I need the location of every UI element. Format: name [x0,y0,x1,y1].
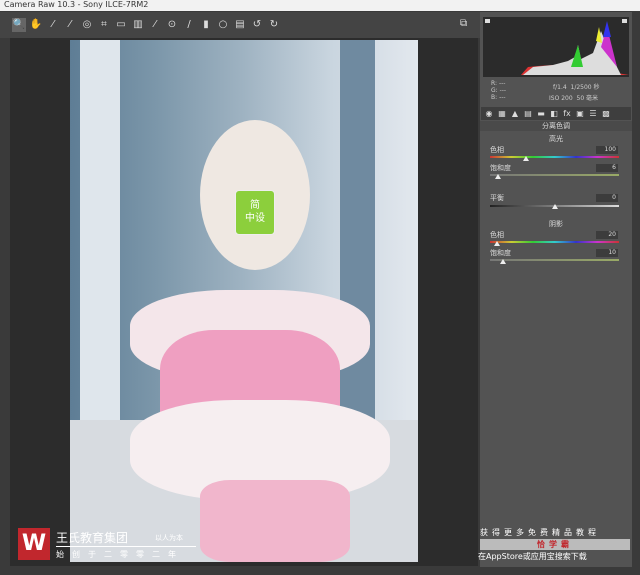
crop-icon[interactable]: ⌗ [97,18,111,32]
photo-preview [70,40,418,562]
camera-info: R: --- G: --- B: --- f/1.4 1/2500 秒 ISO 20… [483,78,629,106]
preferences-icon[interactable]: ▤ [233,18,247,32]
white-balance-icon[interactable]: ⁄ [46,18,60,32]
transform-icon[interactable]: ▥ [131,18,145,32]
balance-thumb[interactable] [551,204,558,209]
hand-icon[interactable]: ✋ [29,18,43,32]
sh-hue-label: 色相 [490,231,504,239]
panel-tab-icon[interactable]: ☰ [588,109,598,118]
hl-sat-thumb[interactable] [494,174,501,179]
target-adjust-icon[interactable]: ◎ [80,18,94,32]
brand-name: 王氏教育集团 [56,531,129,545]
focal-length: 50 毫米 [576,95,599,102]
hl-sat-input[interactable]: 6 [596,164,618,172]
histogram-green [571,45,583,67]
radial-filter-icon[interactable]: ○ [216,18,230,32]
window-title: Camera Raw 10.3 - Sony ILCE-7RM2 [0,0,640,11]
brand-since: 始创于二零零二年 [56,550,184,559]
histogram [483,17,629,77]
g-label: G: [491,87,498,94]
panel-tab-icon[interactable]: ▣ [575,109,585,118]
hl-hue-thumb[interactable] [522,156,529,161]
shadow-clip-icon [485,19,490,23]
red-eye-icon[interactable]: ⊙ [165,18,179,32]
balance-label: 平衡 [490,194,504,202]
spot-removal-icon[interactable]: ⁄ [148,18,162,32]
rotate-right-icon[interactable]: ↻ [267,18,281,32]
sh-hue-thumb[interactable] [494,241,501,246]
aperture: f/1.4 [553,84,567,91]
r-value: --- [498,80,506,87]
panel-tabs: ◉ ▦ ▲ ▤ ▬ ◧ fx ▣ ☰ ▩ [481,107,631,120]
shutter: 1/2500 秒 [570,84,600,91]
sh-sat-label: 饱和度 [490,249,511,257]
sh-sat-thumb[interactable] [499,259,506,264]
panel-tab-icon[interactable]: ◉ [484,109,494,118]
hl-hue-slider[interactable] [490,156,619,158]
rotate-left-icon[interactable]: ↺ [250,18,264,32]
sh-hue-input[interactable]: 20 [596,231,618,239]
panel-tab-icon[interactable]: ▤ [523,109,533,118]
adjustment-brush-icon[interactable]: / [182,18,196,32]
panel-tab-icon[interactable]: fx [562,109,572,118]
r-label: R: [491,80,498,87]
graduated-filter-icon[interactable]: ▮ [199,18,213,32]
panel-title: 分离色调 [480,121,632,131]
legs [200,480,350,562]
fullscreen-icon[interactable]: ⧉ [460,18,467,29]
sh-sat-input[interactable]: 10 [596,249,618,257]
divider [56,546,196,547]
promo-text: 获得更多免费精品教程 [480,528,600,537]
g-value: --- [499,87,507,94]
histogram-blue [603,21,611,37]
promo-download: 在AppStore或应用宝搜索下载 [478,552,587,561]
hl-hue-input[interactable]: 100 [596,146,618,154]
panel-tab-icon[interactable]: ◧ [549,109,559,118]
color-sampler-icon[interactable]: ⁄ [63,18,77,32]
hl-sat-label: 饱和度 [490,164,511,172]
b-label: B: [491,94,498,101]
badge-text: 中设 [245,213,265,224]
panel-tab-icon[interactable]: ▬ [536,109,546,118]
overlay-badge: 简中设 [235,190,275,235]
straighten-icon[interactable]: ▭ [114,18,128,32]
rgb-readout: R: --- G: --- B: --- [491,80,506,101]
shadows-heading: 阴影 [549,220,563,228]
b-value: --- [499,94,506,101]
hl-hue-label: 色相 [490,146,504,154]
scrollbar[interactable] [632,12,640,567]
promo-app-name: 恰学霸 [480,539,630,550]
brand-slogan: 以人为本 [155,534,183,542]
iso: ISO 200 [549,95,573,102]
zoom-icon[interactable]: 🔍 [12,18,26,32]
panel-tab-icon[interactable]: ▲ [510,109,520,118]
sh-hue-slider[interactable] [490,241,619,243]
panel-tab-icon[interactable]: ▩ [601,109,611,118]
hl-sat-slider[interactable] [490,174,619,176]
panel-tab-icon[interactable]: ▦ [497,109,507,118]
toolbar: 🔍 ✋ ⁄ ⁄ ◎ ⌗ ▭ ▥ ⁄ ⊙ / ▮ ○ ▤ ↺ ↻ [0,12,480,38]
highlight-clip-icon [622,19,627,23]
brand-logo: W [18,528,50,560]
sh-sat-slider[interactable] [490,259,619,261]
highlights-heading: 高光 [549,135,563,143]
status-bar [0,567,640,575]
badge-text: 简 [250,200,260,211]
balance-input[interactable]: 0 [596,194,618,202]
